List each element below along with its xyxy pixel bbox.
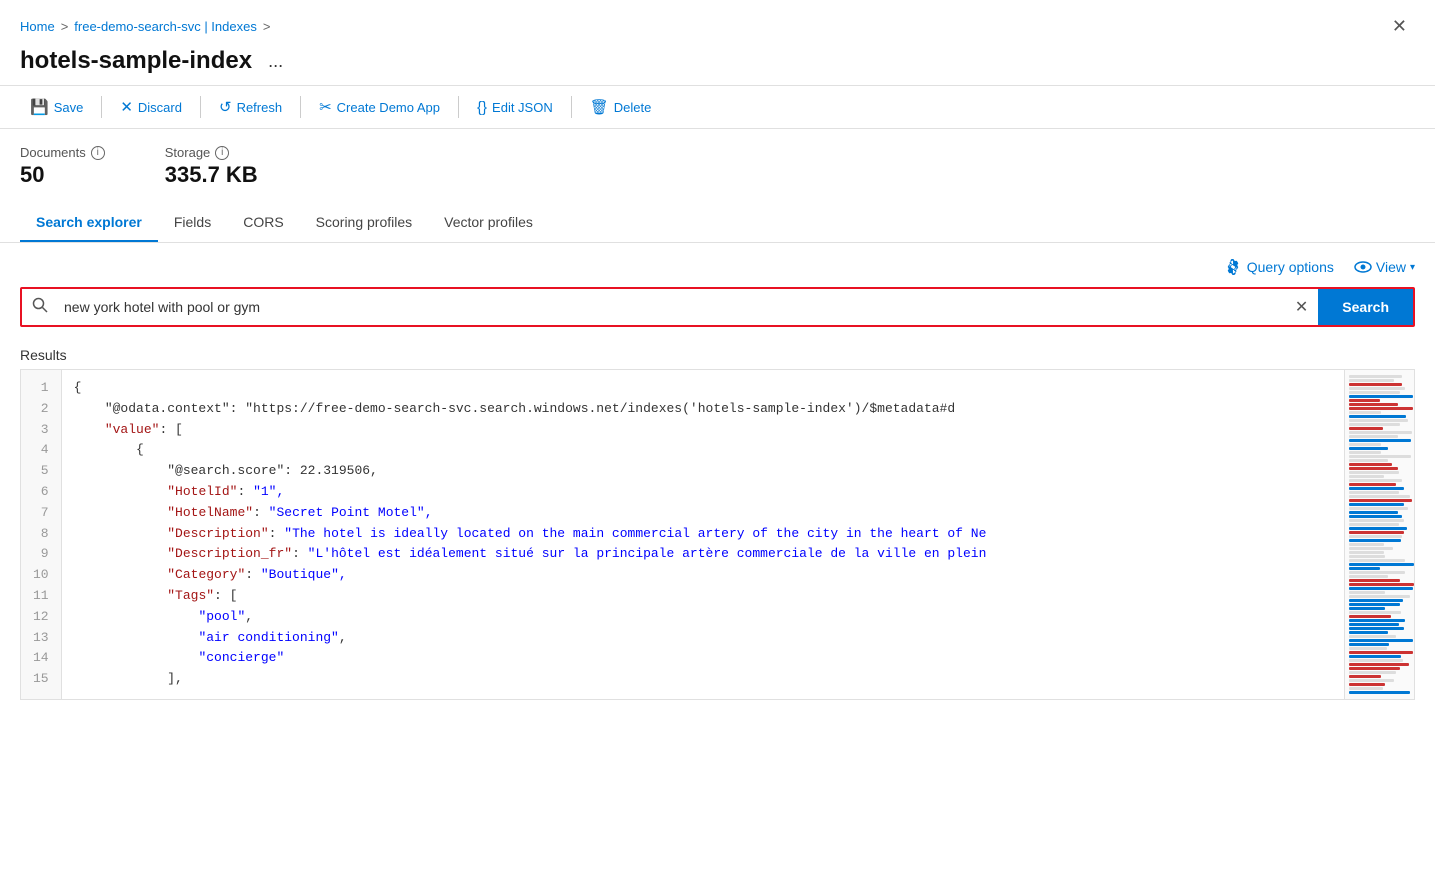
tab-search-explorer[interactable]: Search explorer	[20, 204, 158, 242]
storage-info-icon[interactable]: i	[215, 146, 229, 160]
gear-icon	[1225, 259, 1241, 275]
refresh-button[interactable]: ↺ Refresh	[209, 94, 292, 120]
close-button[interactable]: ✕	[1384, 12, 1415, 41]
tab-scoring-profiles[interactable]: Scoring profiles	[300, 204, 429, 242]
toolbar-separator-3	[300, 96, 301, 118]
query-options-button[interactable]: Query options	[1225, 259, 1334, 275]
top-bar: Home > free-demo-search-svc | Indexes > …	[0, 0, 1435, 41]
create-demo-app-button[interactable]: ✂ Create Demo App	[309, 94, 450, 120]
toolbar: 💾 Save ✕ Discard ↺ Refresh ✂ Create Demo…	[0, 85, 1435, 129]
edit-json-label: Edit JSON	[492, 100, 553, 115]
ellipsis-button[interactable]: ...	[262, 49, 289, 74]
documents-label: Documents	[20, 145, 86, 160]
results-label: Results	[20, 347, 1415, 363]
clear-search-button[interactable]: ✕	[1285, 297, 1318, 317]
breadcrumb-home[interactable]: Home	[20, 19, 55, 34]
page-title: hotels-sample-index	[20, 47, 252, 75]
delete-button[interactable]: 🗑 Delete	[580, 94, 662, 120]
delete-label: Delete	[614, 100, 652, 115]
documents-value: 50	[20, 162, 105, 188]
tab-vector-profiles[interactable]: Vector profiles	[428, 204, 549, 242]
breadcrumb: Home > free-demo-search-svc | Indexes >	[20, 19, 270, 34]
delete-icon: 🗑	[590, 98, 609, 116]
create-demo-icon: ✂	[319, 98, 332, 116]
query-options-row: Query options View ▾	[20, 259, 1415, 275]
title-row: hotels-sample-index ...	[0, 41, 1435, 85]
toolbar-separator-1	[101, 96, 102, 118]
query-options-label: Query options	[1247, 259, 1334, 275]
storage-label: Storage	[165, 145, 211, 160]
search-icon	[22, 297, 58, 318]
toolbar-separator-5	[571, 96, 572, 118]
save-label: Save	[54, 100, 84, 115]
documents-stat: Documents i 50	[20, 145, 105, 188]
code-viewer: 123456789101112131415 { "@odata.context"…	[20, 369, 1415, 700]
search-input[interactable]	[58, 289, 1285, 325]
edit-json-button[interactable]: {} Edit JSON	[467, 95, 563, 120]
documents-info-icon[interactable]: i	[91, 146, 105, 160]
discard-label: Discard	[138, 100, 182, 115]
results-section: Results 123456789101112131415 { "@odata.…	[0, 343, 1435, 700]
discard-icon: ✕	[120, 98, 133, 116]
tabs: Search explorer Fields CORS Scoring prof…	[0, 204, 1435, 243]
view-button[interactable]: View ▾	[1354, 259, 1415, 275]
search-box: ✕ Search	[20, 287, 1415, 327]
chevron-down-icon: ▾	[1410, 262, 1415, 273]
code-content: { "@odata.context": "https://free-demo-s…	[62, 370, 1344, 699]
search-button[interactable]: Search	[1318, 289, 1413, 325]
tab-fields[interactable]: Fields	[158, 204, 227, 242]
breadcrumb-sep2: >	[263, 19, 271, 34]
save-icon: 💾	[30, 98, 49, 116]
stats-row: Documents i 50 Storage i 335.7 KB	[0, 129, 1435, 200]
minimap	[1344, 370, 1414, 699]
breadcrumb-sep1: >	[61, 19, 69, 34]
storage-stat: Storage i 335.7 KB	[165, 145, 258, 188]
discard-button[interactable]: ✕ Discard	[110, 94, 192, 120]
create-demo-label: Create Demo App	[337, 100, 440, 115]
edit-json-icon: {}	[477, 99, 487, 116]
refresh-icon: ↺	[219, 98, 232, 116]
eye-icon	[1354, 260, 1372, 274]
toolbar-separator-2	[200, 96, 201, 118]
refresh-label: Refresh	[237, 100, 283, 115]
toolbar-separator-4	[458, 96, 459, 118]
view-label: View	[1376, 259, 1406, 275]
save-button[interactable]: 💾 Save	[20, 94, 93, 120]
tab-cors[interactable]: CORS	[227, 204, 299, 242]
search-area: Query options View ▾ ✕ Search	[0, 243, 1435, 343]
breadcrumb-service[interactable]: free-demo-search-svc | Indexes	[74, 19, 257, 34]
line-numbers: 123456789101112131415	[21, 370, 62, 699]
storage-value: 335.7 KB	[165, 162, 258, 188]
